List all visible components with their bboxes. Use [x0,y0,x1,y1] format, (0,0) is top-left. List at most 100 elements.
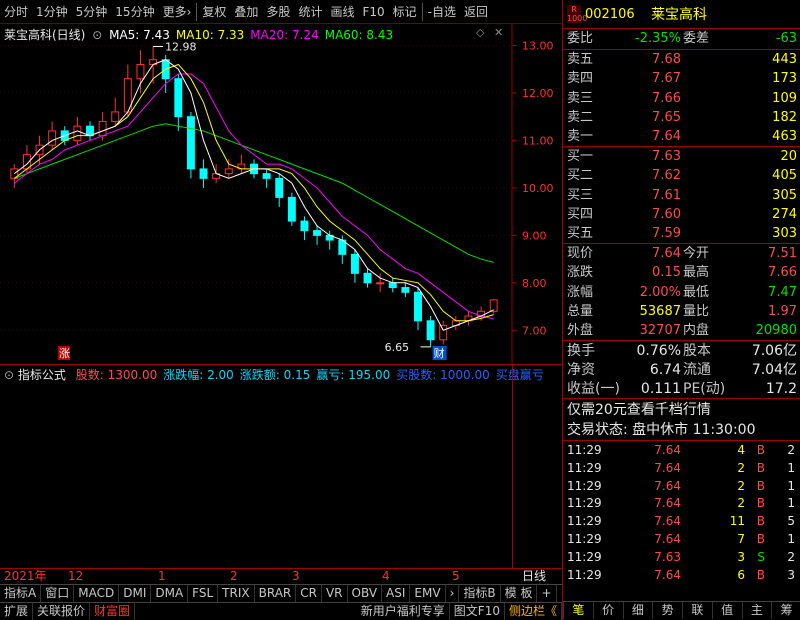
quote-tab[interactable]: 值 [711,602,742,619]
candle-body[interactable] [401,287,410,293]
candle-body[interactable] [489,299,498,312]
indicator-tab[interactable]: DMA [151,585,189,602]
quote-tab[interactable]: 主 [741,602,772,619]
bid-level-row[interactable]: 买四 7.60 274 [563,205,800,225]
toolbar-item[interactable]: 分时 [0,0,32,24]
candle-body[interactable] [313,230,322,236]
quote-tab[interactable]: 价 [592,602,623,619]
cai-badge-label: 财 [434,346,445,360]
bid-level-row[interactable]: 买一 7.63 20 [563,147,800,167]
indicator-tab[interactable]: 模 板 [501,585,538,602]
indicator-tab[interactable]: 指标A [0,585,42,602]
bid-level-row[interactable]: 买二 7.62 405 [563,166,800,186]
bottom-tab-right[interactable]: 图文F10 [450,603,505,620]
day-line-label[interactable]: 日线 [522,569,546,584]
toolbar-item[interactable]: 统计 [294,0,326,24]
candle-body[interactable] [224,168,233,175]
toolbar-item[interactable]: 15分钟 [111,0,158,24]
quote-tab[interactable]: 联 [682,602,712,619]
ask-level-row[interactable]: 卖四 7.67 173 [563,69,800,89]
candle-body[interactable] [376,282,385,285]
toolbar-item[interactable]: 返回 [460,0,492,24]
quote-tab[interactable]: 细 [622,602,653,619]
candle-body[interactable] [363,272,372,284]
indicator-tab[interactable]: ASI [382,585,411,602]
collapse-icon[interactable]: ⊙ [4,368,14,382]
indicator-tab[interactable]: OBV [348,585,383,602]
candle-body[interactable] [414,291,422,322]
candle-body[interactable] [98,120,107,137]
indicator-tab[interactable]: 窗口 [41,585,75,602]
quote-tab[interactable]: 笔 [563,602,593,619]
candle-body[interactable] [48,130,57,146]
date-tick: 12 [68,569,84,583]
toolbar-item[interactable]: 复权 [198,0,230,24]
candle-body[interactable] [426,320,435,341]
candle-body[interactable] [300,220,309,232]
bottom-tab[interactable]: 财富圈 [90,603,136,620]
bottom-tab[interactable]: 扩展 [0,603,34,620]
candle-body[interactable] [111,111,120,122]
candle-body[interactable] [287,196,296,222]
collapse-icon[interactable]: ⊙ [92,28,102,42]
indicator-tab[interactable]: DMI [119,585,152,602]
toolbar-item[interactable]: 更多› [159,0,196,24]
trade-status-row: 交易状态: 盘中休市 11:30:00 [567,422,756,438]
candle-body[interactable] [199,168,208,179]
toolbar-item[interactable]: 标记 [389,0,421,24]
indicator-tab[interactable]: MACD [74,585,120,602]
bottom-tab-right[interactable]: 新用户福利专享 [357,603,450,620]
indicator-tab[interactable]: FSL [188,585,219,602]
candle-body[interactable] [174,78,183,118]
candle-body[interactable] [186,116,195,170]
indicator-tab[interactable]: CR [296,585,322,602]
indicator-tab[interactable]: BRAR [255,585,297,602]
toolbar-item[interactable]: 多股 [262,0,294,24]
kline-chart[interactable]: 13.00 12.00 11.00 10.00 9.00 8.00 7.00 12.98 6.6… [0,24,562,368]
candle-body[interactable] [262,173,271,179]
promo-row[interactable]: 仅需20元查看千档行情 [563,400,800,420]
ask-level-row[interactable]: 卖五 7.68 443 [563,50,800,70]
indicator-tab[interactable]: › [446,585,460,602]
quote-tab[interactable]: 筹 [771,602,800,619]
indicator-axis-divider [512,365,513,569]
bottom-tab[interactable]: 关联报价 [33,603,91,620]
tick-row: 11:29 7.64 7 B 1 [567,532,795,546]
ask-level-row[interactable]: 卖三 7.66 109 [563,89,800,109]
tick-row: 11:29 7.64 2 B 1 [567,496,795,511]
toolbar-item[interactable]: F10 [358,0,388,24]
bid-level-row[interactable]: 买三 7.61 305 [563,186,800,206]
candle-body[interactable] [439,325,448,341]
indicator-panel[interactable]: ⊙ 指标公式 股数: 1300.00 涨跌幅: 2.00 涨跌额: 0.15 赢亏: … [0,364,562,569]
toolbar-item[interactable]: 画线 [326,0,358,24]
kline-chart-svg[interactable]: 13.0012.0011.0010.009.008.007.0012.986.6… [0,24,562,364]
date-tick: 1 [158,569,166,583]
indicator-tab[interactable]: 指标B [459,585,501,602]
date-axis: 2021年 12 1 2 3 4 5 日线 [0,568,562,584]
ask-level-row[interactable]: 卖一 7.64 463 [563,127,800,147]
close-icon[interactable]: ✕ [494,26,503,39]
candle-body[interactable] [388,282,397,289]
bid-level-row[interactable]: 买五 7.59 303 [563,224,800,244]
indicator-value: 股数: 1300.00 [75,368,158,382]
diamond-icon[interactable]: ◇ [476,26,484,39]
date-year: 2021年 [4,569,47,583]
indicator-tab[interactable]: + [537,585,557,602]
chart-header: 莱宝高科(日线) ⊙ MA5: 7.43 MA10: 7.33 MA20: 7.24… [4,26,399,43]
indicator-tab[interactable]: TRIX [218,585,255,602]
bottom-tab-right[interactable]: 侧边栏《 [505,603,562,620]
indicator-label[interactable]: 指标公式 [18,368,66,382]
indicator-tab[interactable]: VR [322,585,348,602]
candle-body[interactable] [136,63,145,80]
toolbar-item[interactable]: 5分钟 [72,0,112,24]
candle-body[interactable] [73,125,82,141]
indicator-tab[interactable]: EMV [410,585,446,602]
toolbar-item[interactable]: 叠加 [230,0,262,24]
candle-body[interactable] [275,177,284,198]
ask-level-row[interactable]: 卖二 7.65 182 [563,108,800,128]
toolbar-item[interactable]: -自选 [424,0,460,24]
quote-tab[interactable]: 势 [652,602,682,619]
date-tick: 5 [452,569,460,583]
candle-body[interactable] [350,253,359,274]
toolbar-item[interactable]: 1分钟 [32,0,72,24]
